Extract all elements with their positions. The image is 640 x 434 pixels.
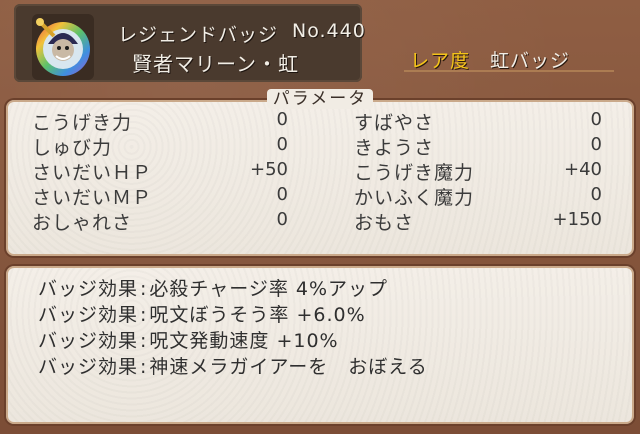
stat-label-style: おしゃれさ — [32, 212, 133, 234]
stat-label-defense: しゅび力 — [32, 137, 113, 159]
rarity-label: レア度 — [410, 50, 471, 72]
badge-portrait-icon — [32, 14, 94, 80]
badge-type-label: レジェンドバッジ — [118, 24, 279, 46]
effect-line: バッジ効果: 呪文発動速度 +10% — [38, 330, 339, 352]
stat-value-attack-magic: +40 — [564, 159, 602, 180]
stat-label-max-hp: さいだいＨＰ — [32, 162, 153, 184]
badge-number: No.440 — [292, 20, 366, 42]
stat-value-weight: +150 — [552, 209, 602, 230]
stat-value-defense: 0 — [276, 134, 288, 155]
rarity-row: レア度 虹バッジ — [410, 46, 570, 73]
stat-label-max-mp: さいだいＭＰ — [32, 187, 153, 209]
stat-label-weight: おもさ — [354, 212, 415, 234]
stat-label-attack: こうげき力 — [32, 112, 133, 134]
stat-value-heal-magic: 0 — [590, 184, 602, 205]
stat-value-attack: 0 — [276, 109, 288, 130]
effect-line: バッジ効果: 呪文ぼうそう率 +6.0% — [38, 304, 366, 326]
rarity-value: 虹バッジ — [490, 50, 571, 72]
stat-label-heal-magic: かいふく魔力 — [354, 187, 475, 209]
params-title: パラメータ — [0, 84, 640, 109]
stat-label-speed: すばやさ — [354, 112, 435, 134]
effects-panel: バッジ効果: 必殺チャージ率 4%アップ バッジ効果: 呪文ぼうそう率 +6.0% … — [6, 266, 634, 424]
rarity-underline — [404, 70, 614, 72]
stat-label-attack-magic: こうげき魔力 — [354, 162, 475, 184]
badge-name: 賢者マリーン・虹 — [132, 52, 299, 76]
effect-line: バッジ効果: 必殺チャージ率 4%アップ — [38, 278, 389, 300]
badge-header: レジェンドバッジ No.440 賢者マリーン・虹 — [14, 4, 365, 82]
effect-line: バッジ効果: 神速メラガイアーを おぼえる — [38, 356, 428, 378]
stat-value-style: 0 — [276, 209, 288, 230]
stat-label-dexterity: きようさ — [354, 137, 435, 159]
params-panel: こうげき力 0 しゅび力 0 さいだいＨＰ +50 さいだいＭＰ 0 おしゃれさ… — [6, 100, 634, 256]
stat-value-dexterity: 0 — [590, 134, 602, 155]
stat-value-max-hp: +50 — [250, 159, 288, 180]
stat-value-max-mp: 0 — [276, 184, 288, 205]
stat-value-speed: 0 — [590, 109, 602, 130]
